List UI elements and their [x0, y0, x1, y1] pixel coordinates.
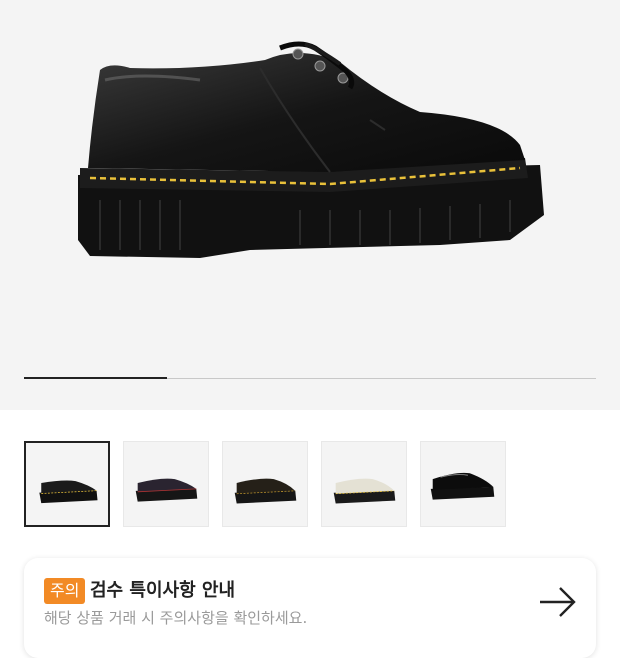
gallery-progress-fill [24, 377, 167, 379]
shoe-thumbnail-icon [234, 478, 297, 504]
notice-subtitle: 해당 상품 거래 시 주의사항을 확인하세요. [44, 609, 308, 627]
thumbnail-4[interactable] [321, 441, 407, 527]
shoe-thumbnail-icon [430, 472, 495, 500]
thumbnail-strip [24, 441, 596, 529]
product-image-area[interactable] [0, 0, 620, 410]
thumbnail-3[interactable] [222, 441, 308, 527]
thumbnail-1[interactable] [24, 441, 110, 527]
shoe-thumbnail-icon [333, 478, 396, 504]
inspection-notice-card[interactable]: 주의 검수 특이사항 안내 해당 상품 거래 시 주의사항을 확인하세요. [24, 558, 596, 658]
shoe-thumbnail-icon [135, 478, 198, 502]
shoe-image [78, 41, 544, 258]
arrow-right-icon[interactable] [538, 585, 578, 619]
gallery-progress-track [24, 377, 596, 379]
thumbnail-5[interactable] [420, 441, 506, 527]
caution-badge: 주의 [44, 578, 86, 604]
shoe-thumbnail-icon [39, 480, 98, 504]
notice-title: 검수 특이사항 안내 [90, 580, 236, 601]
thumbnail-2[interactable] [123, 441, 209, 527]
